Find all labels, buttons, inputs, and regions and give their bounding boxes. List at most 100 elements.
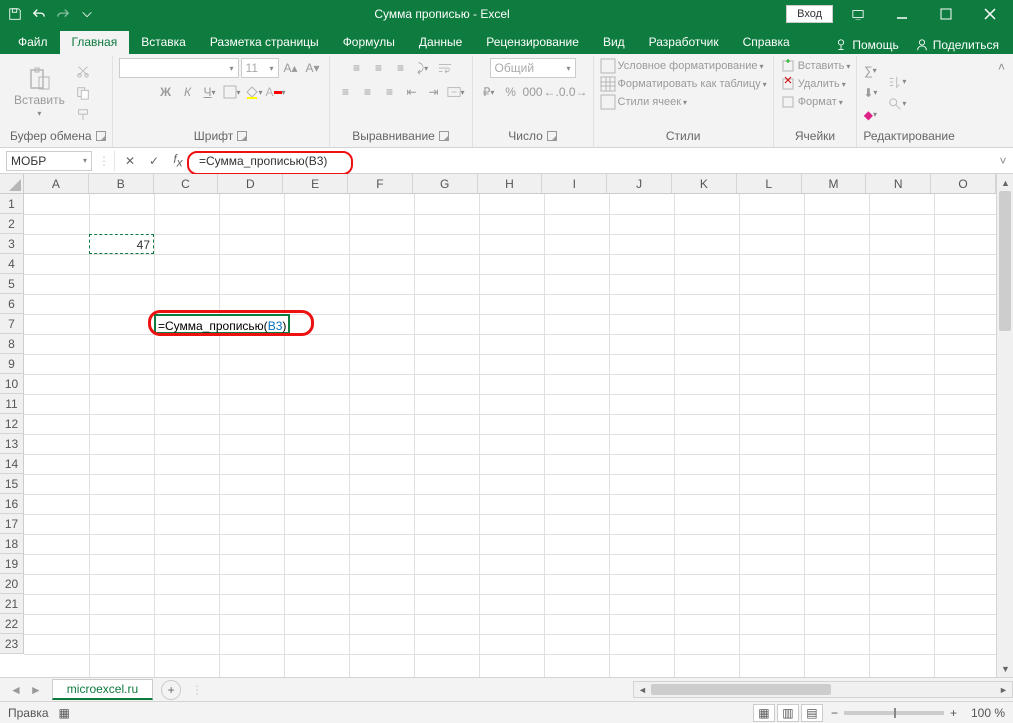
clipboard-dialog-icon[interactable] — [96, 131, 106, 141]
row-header[interactable]: 8 — [0, 334, 24, 354]
col-header[interactable]: I — [542, 174, 607, 194]
row-header[interactable]: 11 — [0, 394, 24, 414]
indent-inc-icon[interactable]: ⇥ — [424, 82, 444, 102]
qat-customize-icon[interactable] — [76, 3, 98, 25]
tab-разработчик[interactable]: Разработчик — [637, 31, 731, 54]
row-header[interactable]: 9 — [0, 354, 24, 374]
scroll-down-icon[interactable]: ▼ — [997, 660, 1013, 677]
row-header[interactable]: 17 — [0, 514, 24, 534]
align-top-icon[interactable]: ≡ — [347, 58, 367, 78]
tab-вид[interactable]: Вид — [591, 31, 637, 54]
tell-me-button[interactable]: Помощь — [828, 36, 904, 54]
fill-color-icon[interactable]: ▾ — [244, 82, 264, 102]
italic-icon[interactable]: К — [178, 82, 198, 102]
row-header[interactable]: 15 — [0, 474, 24, 494]
col-header[interactable]: B — [89, 174, 154, 194]
row-header[interactable]: 6 — [0, 294, 24, 314]
row-header[interactable]: 1 — [0, 194, 24, 214]
autosum-icon[interactable]: ∑▾ — [863, 61, 877, 81]
orientation-icon[interactable]: ⤸▾ — [413, 58, 433, 78]
cancel-formula-icon[interactable]: ✕ — [119, 151, 141, 171]
col-header[interactable]: M — [802, 174, 867, 194]
font-color-icon[interactable]: A▾ — [266, 82, 286, 102]
maximize-icon[interactable] — [927, 0, 965, 28]
new-sheet-icon[interactable]: + — [161, 680, 181, 700]
fill-icon[interactable]: ⬇▾ — [863, 83, 877, 103]
col-header[interactable]: J — [607, 174, 672, 194]
align-left-icon[interactable]: ≡ — [336, 82, 356, 102]
sheet-nav-next-icon[interactable]: ► — [26, 683, 46, 697]
underline-icon[interactable]: Ч▾ — [200, 82, 220, 102]
number-format-combo[interactable]: Общий▾ — [490, 58, 576, 78]
minimize-icon[interactable] — [883, 0, 921, 28]
collapse-ribbon-icon[interactable]: ˄ — [994, 56, 1009, 147]
col-header[interactable]: N — [866, 174, 931, 194]
worksheet-grid[interactable]: 1234567891011121314151617181920212223 AB… — [0, 174, 1013, 677]
row-header[interactable]: 5 — [0, 274, 24, 294]
border-icon[interactable]: ▾ — [222, 82, 242, 102]
view-normal-icon[interactable]: ▦ — [753, 704, 775, 722]
col-header[interactable]: G — [413, 174, 478, 194]
align-center-icon[interactable]: ≡ — [358, 82, 378, 102]
paste-button[interactable]: Вставить▾ — [10, 65, 69, 120]
cond-format-button[interactable]: Условное форматирование▾ — [600, 58, 764, 74]
row-header[interactable]: 3 — [0, 234, 24, 254]
format-table-button[interactable]: Форматировать как таблицу▾ — [600, 76, 767, 92]
zoom-out-icon[interactable]: − — [831, 706, 838, 720]
find-icon[interactable]: ▾ — [887, 94, 907, 114]
share-button[interactable]: Поделиться — [909, 36, 1005, 54]
wrap-text-icon[interactable] — [435, 58, 455, 78]
undo-icon[interactable] — [28, 3, 50, 25]
copy-icon[interactable] — [73, 83, 93, 103]
col-header[interactable]: E — [283, 174, 348, 194]
tab-формулы[interactable]: Формулы — [331, 31, 407, 54]
horizontal-scrollbar[interactable]: ◄ ► — [633, 681, 1013, 698]
formula-input[interactable]: =Сумма_прописью(B3) — [193, 153, 993, 168]
close-icon[interactable] — [971, 0, 1009, 28]
dec-decimal-icon[interactable]: .0→ — [567, 82, 587, 102]
cell-styles-button[interactable]: Стили ячеек▾ — [600, 94, 688, 110]
align-middle-icon[interactable]: ≡ — [369, 58, 389, 78]
view-pagebreak-icon[interactable]: ▤ — [801, 704, 823, 722]
align-bottom-icon[interactable]: ≡ — [391, 58, 411, 78]
cut-icon[interactable] — [73, 61, 93, 81]
font-size-combo[interactable]: 11▾ — [241, 58, 279, 78]
row-header[interactable]: 22 — [0, 614, 24, 634]
ribbon-options-icon[interactable] — [839, 0, 877, 28]
format-cells-button[interactable]: Формат▾ — [780, 94, 843, 110]
tab-данные[interactable]: Данные — [407, 31, 474, 54]
tab-главная[interactable]: Главная — [60, 31, 130, 54]
indent-dec-icon[interactable]: ⇤ — [402, 82, 422, 102]
col-header[interactable]: D — [218, 174, 283, 194]
inc-decimal-icon[interactable]: ←.0 — [545, 82, 565, 102]
zoom-in-icon[interactable]: + — [950, 706, 957, 720]
scroll-right-icon[interactable]: ► — [995, 681, 1012, 698]
zoom-slider[interactable] — [844, 711, 944, 715]
zoom-level[interactable]: 100 % — [963, 706, 1005, 720]
vertical-scrollbar[interactable]: ▲ ▼ — [996, 174, 1013, 677]
sheet-tab[interactable]: microexcel.ru — [52, 679, 153, 700]
font-dialog-icon[interactable] — [237, 131, 247, 141]
col-header[interactable]: A — [24, 174, 89, 194]
view-layout-icon[interactable]: ▥ — [777, 704, 799, 722]
col-header[interactable]: O — [931, 174, 996, 194]
macro-record-icon[interactable]: ▦ — [59, 706, 70, 720]
col-header[interactable]: C — [154, 174, 219, 194]
merge-icon[interactable]: ▾ — [446, 82, 466, 102]
format-painter-icon[interactable] — [73, 105, 93, 125]
tab-вставка[interactable]: Вставка — [129, 31, 198, 54]
accounting-icon[interactable]: ₽▾ — [479, 82, 499, 102]
tab-разметка страницы[interactable]: Разметка страницы — [198, 31, 331, 54]
tab-справка[interactable]: Справка — [731, 31, 802, 54]
bold-icon[interactable]: Ж — [156, 82, 176, 102]
row-header[interactable]: 7 — [0, 314, 24, 334]
redo-icon[interactable] — [52, 3, 74, 25]
row-header[interactable]: 16 — [0, 494, 24, 514]
grow-font-icon[interactable]: A▴ — [281, 58, 301, 78]
tab-файл[interactable]: Файл — [6, 31, 60, 54]
save-icon[interactable] — [4, 3, 26, 25]
login-button[interactable]: Вход — [786, 5, 833, 23]
col-header[interactable]: K — [672, 174, 737, 194]
sort-filter-icon[interactable]: ▾ — [887, 72, 907, 92]
tab-рецензирование[interactable]: Рецензирование — [474, 31, 591, 54]
